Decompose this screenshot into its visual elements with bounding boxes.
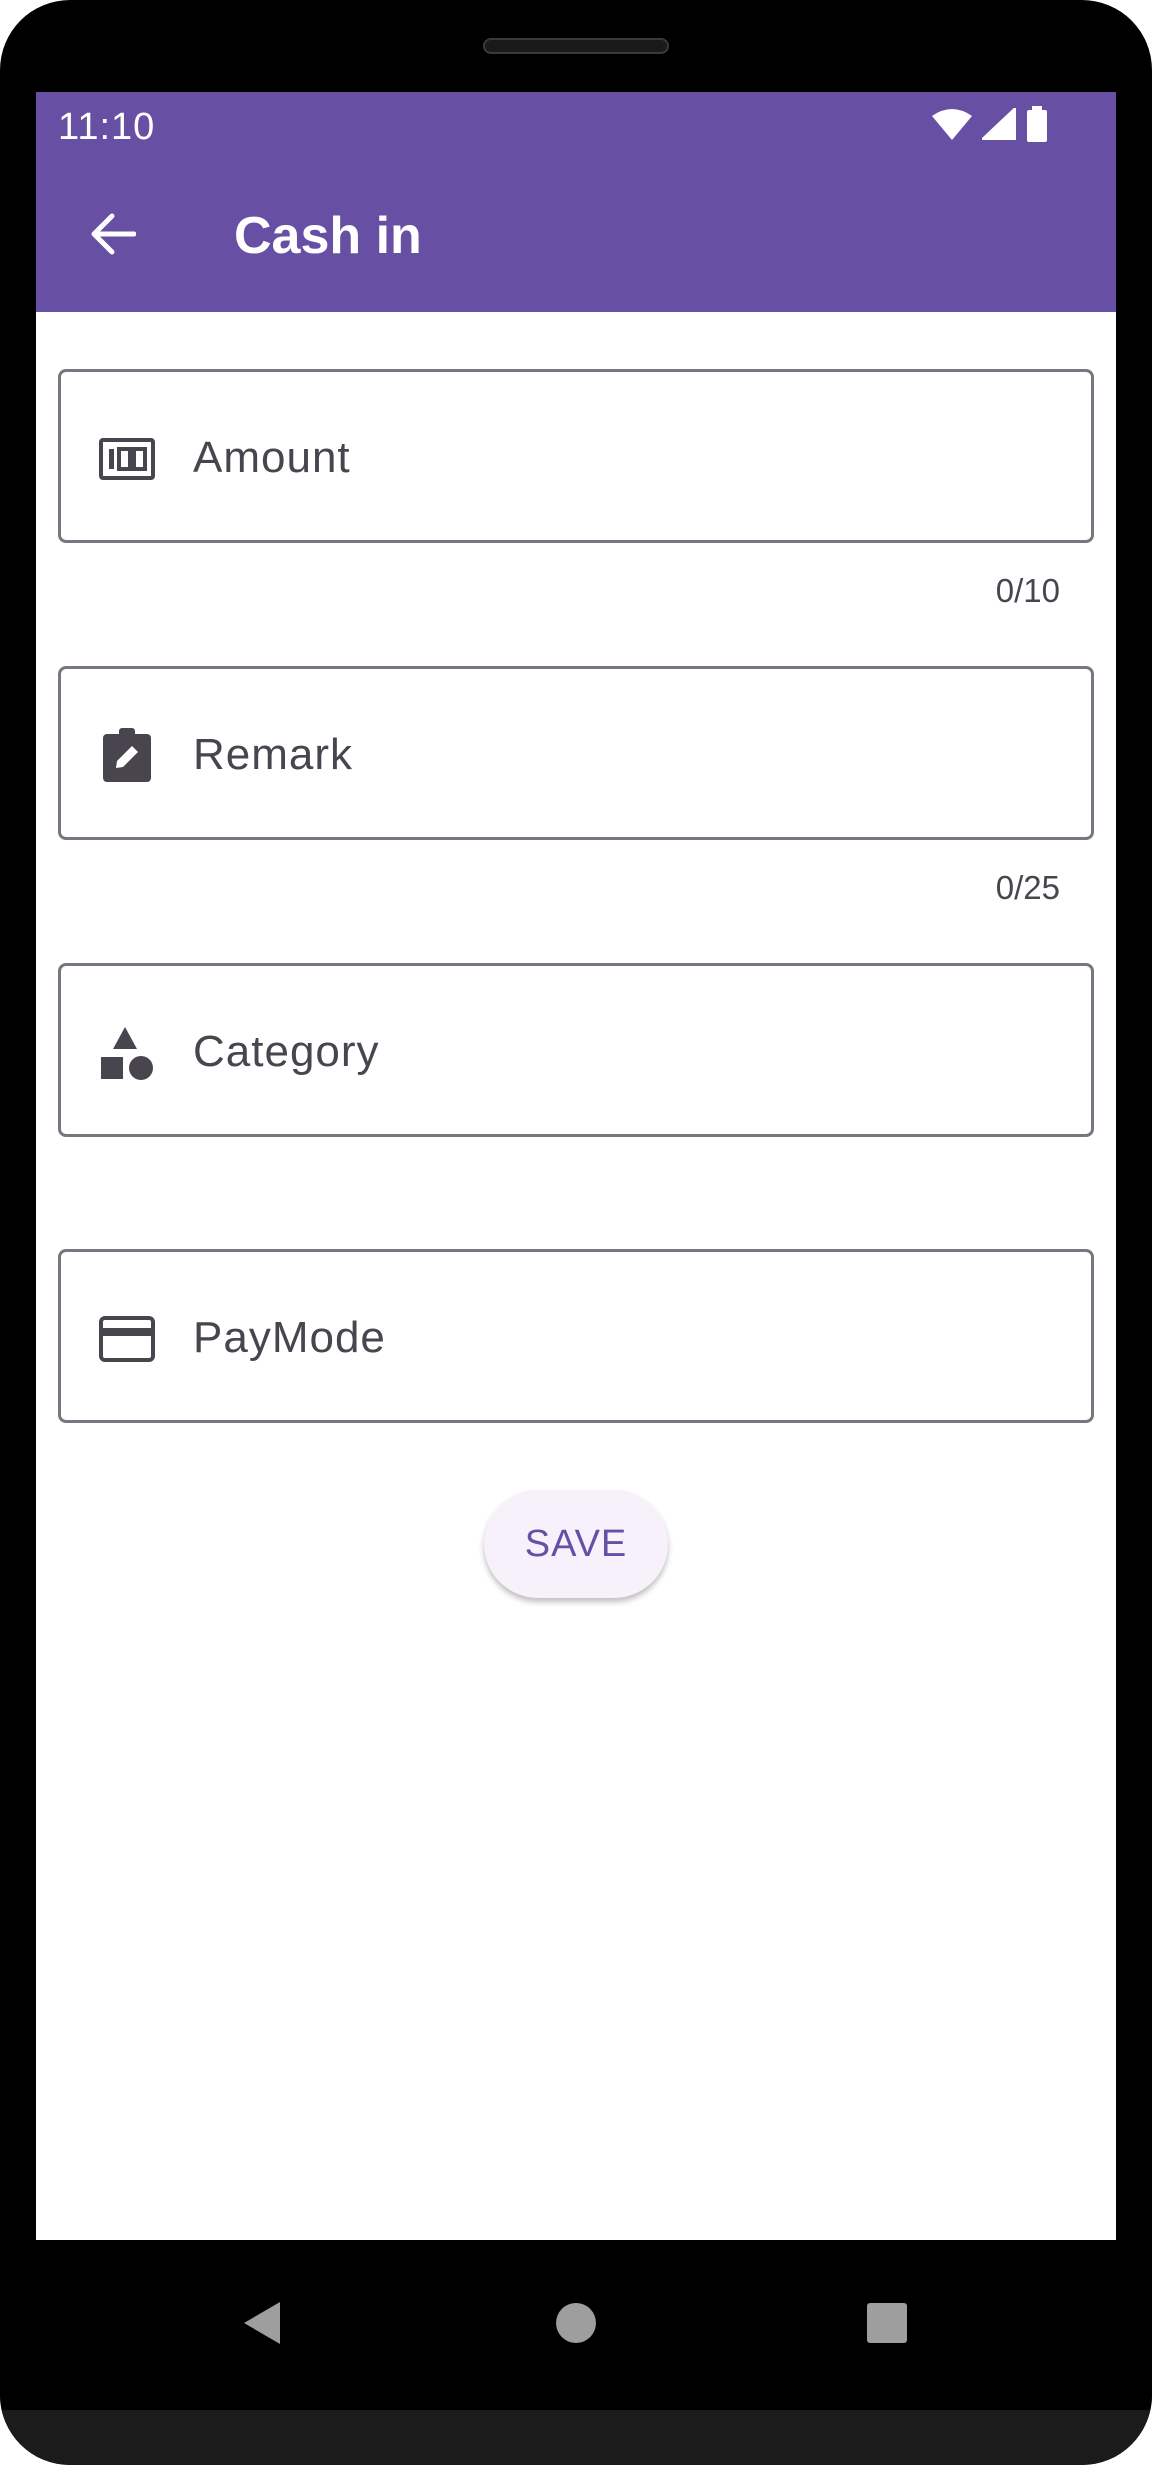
status-bar: 11:10	[36, 92, 1116, 160]
category-label: Category	[193, 1027, 380, 1076]
home-circle-icon	[554, 2301, 598, 2350]
paymode-label: PayMode	[193, 1313, 386, 1362]
save-button[interactable]: SAVE	[484, 1490, 668, 1598]
arrow-back-icon	[88, 212, 137, 261]
wifi-icon	[932, 108, 972, 145]
category-field[interactable]: Category	[58, 963, 1094, 1137]
credit-card-icon	[97, 1309, 157, 1369]
system-nav-bar	[0, 2240, 1152, 2410]
amount-counter: 0/10	[995, 572, 1060, 609]
status-time: 11:10	[58, 106, 156, 148]
recents-square-icon	[866, 2302, 908, 2349]
app-bar: Cash in	[36, 160, 1116, 312]
remark-field[interactable]: Remark	[58, 666, 1094, 840]
cell-signal-icon	[978, 104, 1018, 145]
device-frame: 11:10 Cash in Amount 0/10 Remark 0/25 Ca…	[0, 0, 1152, 2465]
nav-home-button[interactable]	[541, 2290, 611, 2360]
nav-back-button[interactable]	[227, 2290, 297, 2360]
nav-recents-button[interactable]	[852, 2290, 922, 2360]
app-screen: 11:10 Cash in Amount 0/10 Remark 0/25 Ca…	[36, 92, 1116, 2240]
page-title: Cash in	[234, 207, 422, 265]
speaker-grille	[483, 38, 669, 54]
amount-label: Amount	[193, 433, 351, 482]
battery-icon	[1026, 105, 1048, 147]
amount-field[interactable]: Amount	[58, 369, 1094, 543]
device-bottom-bezel	[0, 2410, 1152, 2465]
remark-label: Remark	[193, 730, 354, 779]
money-icon	[97, 429, 157, 489]
status-icons	[932, 104, 1048, 148]
category-shapes-icon	[97, 1023, 157, 1083]
back-triangle-icon	[240, 2300, 284, 2351]
remark-counter: 0/25	[995, 869, 1060, 906]
back-button[interactable]	[76, 200, 148, 272]
edit-note-icon	[97, 726, 157, 786]
paymode-field[interactable]: PayMode	[58, 1249, 1094, 1423]
